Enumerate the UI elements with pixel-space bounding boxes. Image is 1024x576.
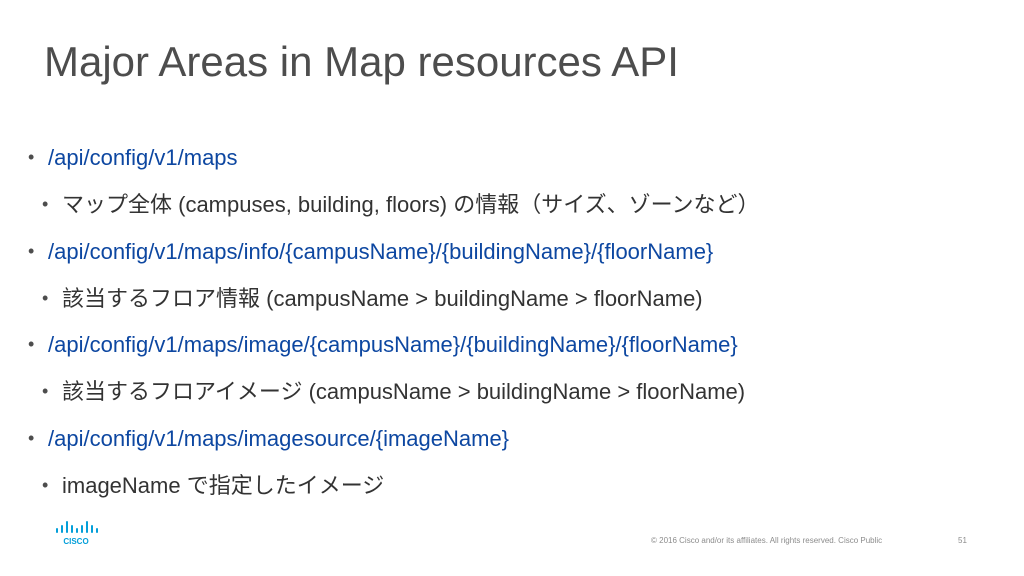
sub-bullet-item-imagesource-desc: • imageName で指定したイメージ	[28, 468, 384, 500]
page-number: 51	[958, 536, 967, 545]
bullet-text: マップ全体 (campuses, building, floors) の情報（サ…	[62, 192, 760, 217]
bullet-dot: •	[28, 428, 35, 448]
bullet-dot: •	[28, 147, 35, 167]
bullet-text: 該当するフロア情報 (campusName > buildingName > f…	[62, 286, 703, 311]
bullet-dot: •	[42, 475, 49, 495]
bullet-item-api-maps-info: • /api/config/v1/maps/info/{campusName}/{…	[28, 239, 713, 265]
bullet-text: imageName で指定したイメージ	[62, 473, 385, 498]
bullet-dot: •	[28, 334, 35, 354]
bullet-text: /api/config/v1/maps	[48, 145, 238, 170]
sub-bullet-item-maps-desc: • マップ全体 (campuses, building, floors) の情報（…	[28, 187, 759, 219]
bullet-item-api-maps-imagesource: • /api/config/v1/maps/imagesource/{imageN…	[28, 426, 509, 452]
bullet-text: /api/config/v1/maps/imagesource/{imageNa…	[48, 426, 510, 451]
bullet-item-api-maps: • /api/config/v1/maps	[28, 145, 238, 171]
cisco-logo: CISCO	[56, 521, 98, 546]
footer-copyright: © 2016 Cisco and/or its affiliates. All …	[651, 536, 883, 545]
sub-bullet-item-image-desc: • 該当するフロアイメージ (campusName > buildingName …	[28, 374, 745, 406]
bullet-dot: •	[42, 288, 49, 308]
bullet-dot: •	[28, 241, 35, 261]
bullet-dot: •	[42, 194, 49, 214]
bullet-text: 該当するフロアイメージ (campusName > buildingName >…	[62, 379, 746, 404]
cisco-logo-text: CISCO	[63, 537, 88, 546]
sub-bullet-item-info-desc: • 該当するフロア情報 (campusName > buildingName > …	[28, 281, 703, 313]
slide-title: Major Areas in Map resources API	[44, 38, 679, 85]
bullet-text: /api/config/v1/maps/info/{campusName}/{b…	[48, 239, 714, 264]
bullet-item-api-maps-image: • /api/config/v1/maps/image/{campusName}/…	[28, 332, 738, 358]
bullet-dot: •	[42, 381, 49, 401]
bullet-text: /api/config/v1/maps/image/{campusName}/{…	[48, 332, 738, 357]
